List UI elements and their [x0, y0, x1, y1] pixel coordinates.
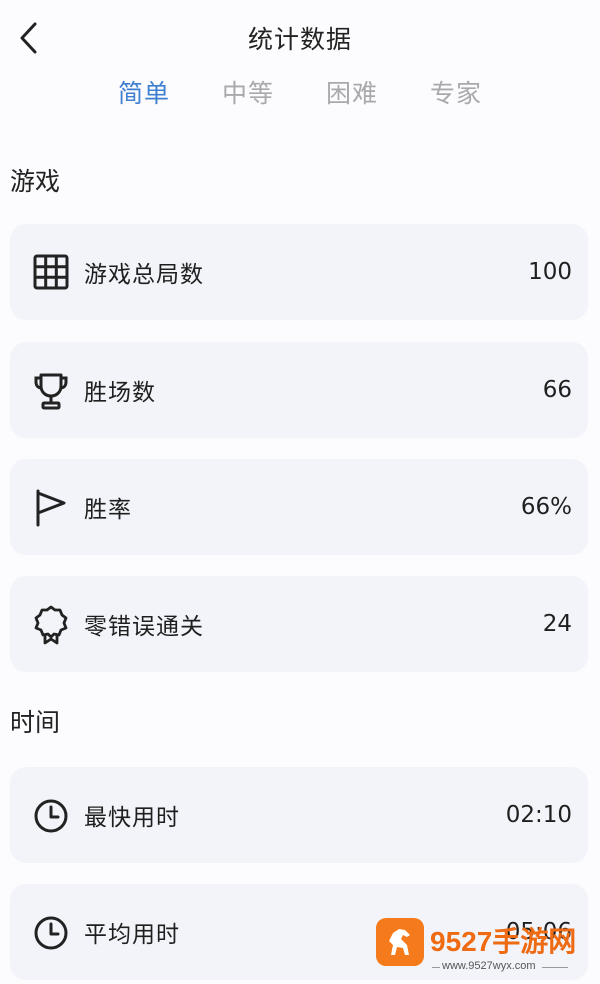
stat-card-fastest-time: 最快用时 02:10	[10, 767, 588, 863]
stat-card-perfect-clears: 零错误通关 24	[10, 576, 588, 672]
flag-icon	[32, 489, 70, 527]
watermark-divider	[432, 967, 440, 968]
tab-easy[interactable]: 简单	[118, 74, 170, 110]
app-header: 统计数据	[0, 0, 600, 76]
section-title-time: 时间	[10, 708, 61, 737]
stat-value: 02:10	[505, 802, 572, 828]
watermark-divider	[542, 967, 568, 968]
stat-card-wins: 胜场数 66	[10, 342, 588, 438]
stat-label: 胜率	[84, 497, 132, 523]
tab-hard[interactable]: 困难	[326, 74, 378, 110]
trophy-icon	[32, 372, 70, 410]
watermark-url: www.9527wyx.com	[442, 960, 536, 972]
clock-icon	[32, 914, 70, 952]
stat-label: 游戏总局数	[84, 262, 204, 288]
stat-value: 66	[542, 377, 572, 403]
section-title-game: 游戏	[10, 167, 61, 196]
stat-label: 胜场数	[84, 380, 156, 406]
watermark: 9527手游网 www.9527wyx.com	[376, 916, 596, 976]
stat-value: 100	[528, 259, 572, 285]
award-ribbon-icon	[32, 605, 70, 645]
stat-label: 零错误通关	[84, 614, 204, 640]
difficulty-tabs: 简单 中等 困难 专家	[0, 74, 600, 114]
tab-expert[interactable]: 专家	[430, 74, 482, 110]
horse-logo-icon	[376, 918, 424, 966]
stat-value: 24	[542, 611, 572, 637]
stat-label: 最快用时	[84, 805, 180, 831]
clock-icon	[32, 797, 70, 835]
page-title: 统计数据	[247, 25, 352, 54]
stat-card-total-games: 游戏总局数 100	[10, 224, 588, 320]
watermark-brand: 9527手游网	[430, 926, 577, 957]
tab-medium[interactable]: 中等	[222, 74, 274, 110]
grid-icon	[32, 253, 70, 291]
stat-card-win-rate: 胜率 66%	[10, 459, 588, 555]
stat-label: 平均用时	[84, 922, 180, 948]
stat-value: 66%	[520, 494, 572, 520]
